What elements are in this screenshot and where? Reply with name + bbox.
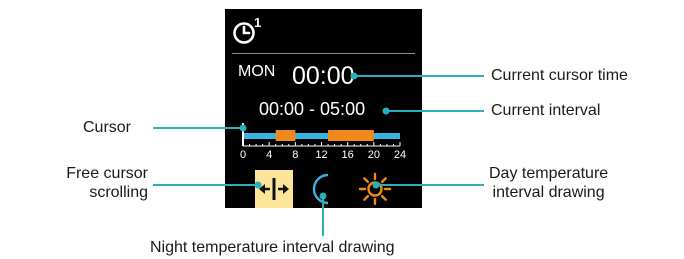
callout-free-cursor-line1: Free cursor	[66, 165, 148, 182]
callout-cursor: Cursor	[83, 119, 132, 136]
leader-day-dot	[372, 181, 380, 189]
leader-night-dot	[319, 192, 327, 200]
leader-cursor-dot	[239, 124, 247, 132]
leader-interval-dot	[382, 107, 390, 115]
callout-free-cursor-line2: scrolling	[89, 184, 148, 201]
callout-free-cursor: Free cursor scrolling	[30, 164, 148, 202]
callout-day-drawing: Day temperature interval drawing	[489, 164, 608, 202]
callout-cursor-time: Current cursor time	[491, 67, 628, 84]
leader-cursor-time-dot	[350, 72, 358, 80]
callout-day-drawing-line1: Day temperature	[489, 165, 609, 182]
callout-interval: Current interval	[491, 102, 601, 119]
callout-night-drawing: Night temperature interval drawing	[150, 239, 395, 256]
leader-free-cursor-dot	[254, 181, 262, 189]
callout-day-drawing-line2: interval drawing	[492, 184, 605, 201]
